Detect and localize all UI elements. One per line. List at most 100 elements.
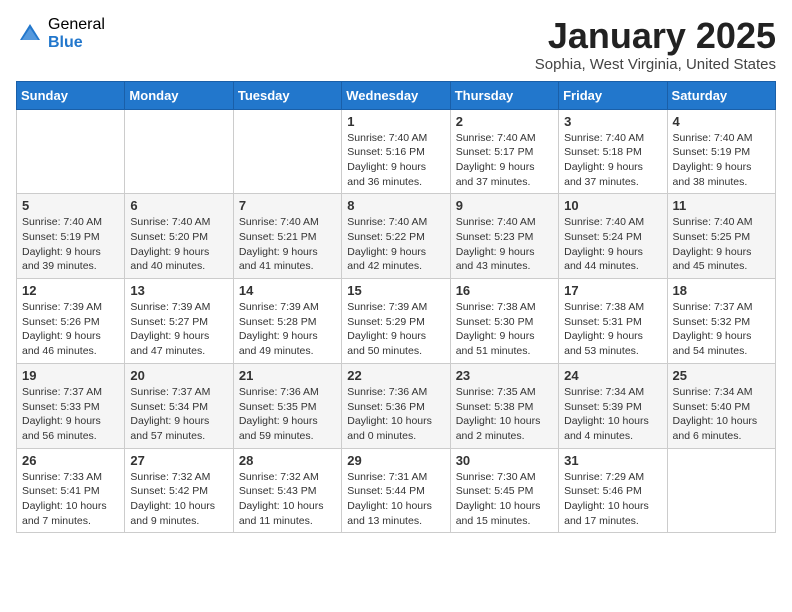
logo-general: General bbox=[48, 16, 105, 34]
calendar-cell: 5Sunrise: 7:40 AM Sunset: 5:19 PM Daylig… bbox=[17, 194, 125, 279]
day-info: Sunrise: 7:35 AM Sunset: 5:38 PM Dayligh… bbox=[456, 385, 553, 444]
day-number: 6 bbox=[130, 198, 227, 213]
day-info: Sunrise: 7:30 AM Sunset: 5:45 PM Dayligh… bbox=[456, 470, 553, 529]
day-info: Sunrise: 7:38 AM Sunset: 5:30 PM Dayligh… bbox=[456, 300, 553, 359]
day-number: 3 bbox=[564, 114, 661, 129]
day-number: 25 bbox=[673, 368, 770, 383]
day-number: 28 bbox=[239, 453, 336, 468]
day-number: 21 bbox=[239, 368, 336, 383]
day-number: 13 bbox=[130, 283, 227, 298]
calendar-cell: 29Sunrise: 7:31 AM Sunset: 5:44 PM Dayli… bbox=[342, 448, 450, 533]
calendar-cell bbox=[17, 109, 125, 194]
calendar-cell: 20 Sunrise: 7:37 AM Sunset: 5:34 PM Dayli… bbox=[125, 363, 233, 448]
day-number: 30 bbox=[456, 453, 553, 468]
title-block: January 2025 Sophia, West Virginia, Unit… bbox=[535, 16, 776, 73]
calendar-cell: 10 Sunrise: 7:40 AM Sunset: 5:24 PM Dayli… bbox=[559, 194, 667, 279]
day-number: 19 bbox=[22, 368, 119, 383]
day-info: Sunrise: 7:37 AM Sunset: 5:33 PM Dayligh… bbox=[22, 385, 119, 444]
calendar-cell: 8 Sunrise: 7:40 AM Sunset: 5:22 PM Daylig… bbox=[342, 194, 450, 279]
calendar-cell: 6Sunrise: 7:40 AM Sunset: 5:20 PM Daylig… bbox=[125, 194, 233, 279]
logo-blue: Blue bbox=[48, 34, 105, 52]
calendar-cell: 19 Sunrise: 7:37 AM Sunset: 5:33 PM Dayli… bbox=[17, 363, 125, 448]
day-number: 8 bbox=[347, 198, 444, 213]
calendar-cell: 14Sunrise: 7:39 AM Sunset: 5:28 PM Dayli… bbox=[233, 279, 341, 364]
calendar-cell: 7 Sunrise: 7:40 AM Sunset: 5:21 PM Daylig… bbox=[233, 194, 341, 279]
calendar-cell: 25 Sunrise: 7:34 AM Sunset: 5:40 PM Dayli… bbox=[667, 363, 775, 448]
day-info: Sunrise: 7:34 AM Sunset: 5:40 PM Dayligh… bbox=[673, 385, 770, 444]
weekday-header: Monday bbox=[125, 81, 233, 109]
calendar-cell: 16 Sunrise: 7:38 AM Sunset: 5:30 PM Dayli… bbox=[450, 279, 558, 364]
day-number: 12 bbox=[22, 283, 119, 298]
day-info: Sunrise: 7:37 AM Sunset: 5:34 PM Dayligh… bbox=[130, 385, 227, 444]
day-info: Sunrise: 7:39 AM Sunset: 5:29 PM Dayligh… bbox=[347, 300, 444, 359]
day-number: 11 bbox=[673, 198, 770, 213]
day-number: 16 bbox=[456, 283, 553, 298]
calendar-cell: 27 Sunrise: 7:32 AM Sunset: 5:42 PM Dayli… bbox=[125, 448, 233, 533]
day-info: Sunrise: 7:40 AM Sunset: 5:24 PM Dayligh… bbox=[564, 215, 661, 274]
calendar-cell: 21 Sunrise: 7:36 AM Sunset: 5:35 PM Dayli… bbox=[233, 363, 341, 448]
day-info: Sunrise: 7:37 AM Sunset: 5:32 PM Dayligh… bbox=[673, 300, 770, 359]
day-number: 1 bbox=[347, 114, 444, 129]
day-info: Sunrise: 7:40 AM Sunset: 5:16 PM Dayligh… bbox=[347, 131, 444, 190]
logo-icon bbox=[16, 20, 44, 48]
day-number: 20 bbox=[130, 368, 227, 383]
day-number: 4 bbox=[673, 114, 770, 129]
calendar-cell bbox=[233, 109, 341, 194]
weekday-header-row: SundayMondayTuesdayWednesdayThursdayFrid… bbox=[17, 81, 776, 109]
weekday-header: Wednesday bbox=[342, 81, 450, 109]
calendar-cell: 9 Sunrise: 7:40 AM Sunset: 5:23 PM Daylig… bbox=[450, 194, 558, 279]
day-number: 10 bbox=[564, 198, 661, 213]
day-info: Sunrise: 7:39 AM Sunset: 5:26 PM Dayligh… bbox=[22, 300, 119, 359]
calendar-cell: 1 Sunrise: 7:40 AM Sunset: 5:16 PM Daylig… bbox=[342, 109, 450, 194]
day-info: Sunrise: 7:40 AM Sunset: 5:19 PM Dayligh… bbox=[673, 131, 770, 190]
day-number: 24 bbox=[564, 368, 661, 383]
calendar-cell bbox=[667, 448, 775, 533]
day-number: 27 bbox=[130, 453, 227, 468]
day-info: Sunrise: 7:36 AM Sunset: 5:36 PM Dayligh… bbox=[347, 385, 444, 444]
calendar-table: SundayMondayTuesdayWednesdayThursdayFrid… bbox=[16, 81, 776, 534]
location: Sophia, West Virginia, United States bbox=[535, 56, 776, 73]
calendar-week-row: 26 Sunrise: 7:33 AM Sunset: 5:41 PM Dayli… bbox=[17, 448, 776, 533]
day-info: Sunrise: 7:33 AM Sunset: 5:41 PM Dayligh… bbox=[22, 470, 119, 529]
calendar-cell: 22Sunrise: 7:36 AM Sunset: 5:36 PM Dayli… bbox=[342, 363, 450, 448]
weekday-header: Friday bbox=[559, 81, 667, 109]
calendar-cell: 26 Sunrise: 7:33 AM Sunset: 5:41 PM Dayli… bbox=[17, 448, 125, 533]
calendar-cell: 30 Sunrise: 7:30 AM Sunset: 5:45 PM Dayli… bbox=[450, 448, 558, 533]
day-info: Sunrise: 7:32 AM Sunset: 5:42 PM Dayligh… bbox=[130, 470, 227, 529]
logo: General Blue bbox=[16, 16, 105, 51]
calendar-cell: 31Sunrise: 7:29 AM Sunset: 5:46 PM Dayli… bbox=[559, 448, 667, 533]
day-info: Sunrise: 7:40 AM Sunset: 5:25 PM Dayligh… bbox=[673, 215, 770, 274]
day-number: 7 bbox=[239, 198, 336, 213]
day-info: Sunrise: 7:39 AM Sunset: 5:27 PM Dayligh… bbox=[130, 300, 227, 359]
calendar-week-row: 19 Sunrise: 7:37 AM Sunset: 5:33 PM Dayli… bbox=[17, 363, 776, 448]
day-number: 26 bbox=[22, 453, 119, 468]
day-number: 15 bbox=[347, 283, 444, 298]
page-header: General Blue January 2025 Sophia, West V… bbox=[16, 16, 776, 73]
day-info: Sunrise: 7:39 AM Sunset: 5:28 PM Dayligh… bbox=[239, 300, 336, 359]
calendar-week-row: 1 Sunrise: 7:40 AM Sunset: 5:16 PM Daylig… bbox=[17, 109, 776, 194]
calendar-cell: 12 Sunrise: 7:39 AM Sunset: 5:26 PM Dayli… bbox=[17, 279, 125, 364]
day-info: Sunrise: 7:31 AM Sunset: 5:44 PM Dayligh… bbox=[347, 470, 444, 529]
weekday-header: Tuesday bbox=[233, 81, 341, 109]
calendar-cell: 4 Sunrise: 7:40 AM Sunset: 5:19 PM Daylig… bbox=[667, 109, 775, 194]
day-info: Sunrise: 7:40 AM Sunset: 5:23 PM Dayligh… bbox=[456, 215, 553, 274]
day-info: Sunrise: 7:34 AM Sunset: 5:39 PM Dayligh… bbox=[564, 385, 661, 444]
calendar-cell: 18Sunrise: 7:37 AM Sunset: 5:32 PM Dayli… bbox=[667, 279, 775, 364]
calendar-week-row: 5Sunrise: 7:40 AM Sunset: 5:19 PM Daylig… bbox=[17, 194, 776, 279]
day-number: 2 bbox=[456, 114, 553, 129]
day-info: Sunrise: 7:40 AM Sunset: 5:21 PM Dayligh… bbox=[239, 215, 336, 274]
calendar-cell: 11 Sunrise: 7:40 AM Sunset: 5:25 PM Dayli… bbox=[667, 194, 775, 279]
day-info: Sunrise: 7:36 AM Sunset: 5:35 PM Dayligh… bbox=[239, 385, 336, 444]
day-number: 17 bbox=[564, 283, 661, 298]
day-number: 9 bbox=[456, 198, 553, 213]
day-number: 5 bbox=[22, 198, 119, 213]
day-info: Sunrise: 7:29 AM Sunset: 5:46 PM Dayligh… bbox=[564, 470, 661, 529]
calendar-cell: 28Sunrise: 7:32 AM Sunset: 5:43 PM Dayli… bbox=[233, 448, 341, 533]
day-info: Sunrise: 7:40 AM Sunset: 5:18 PM Dayligh… bbox=[564, 131, 661, 190]
day-info: Sunrise: 7:40 AM Sunset: 5:22 PM Dayligh… bbox=[347, 215, 444, 274]
day-info: Sunrise: 7:40 AM Sunset: 5:17 PM Dayligh… bbox=[456, 131, 553, 190]
calendar-cell bbox=[125, 109, 233, 194]
weekday-header: Saturday bbox=[667, 81, 775, 109]
calendar-cell: 3 Sunrise: 7:40 AM Sunset: 5:18 PM Daylig… bbox=[559, 109, 667, 194]
calendar-cell: 23Sunrise: 7:35 AM Sunset: 5:38 PM Dayli… bbox=[450, 363, 558, 448]
